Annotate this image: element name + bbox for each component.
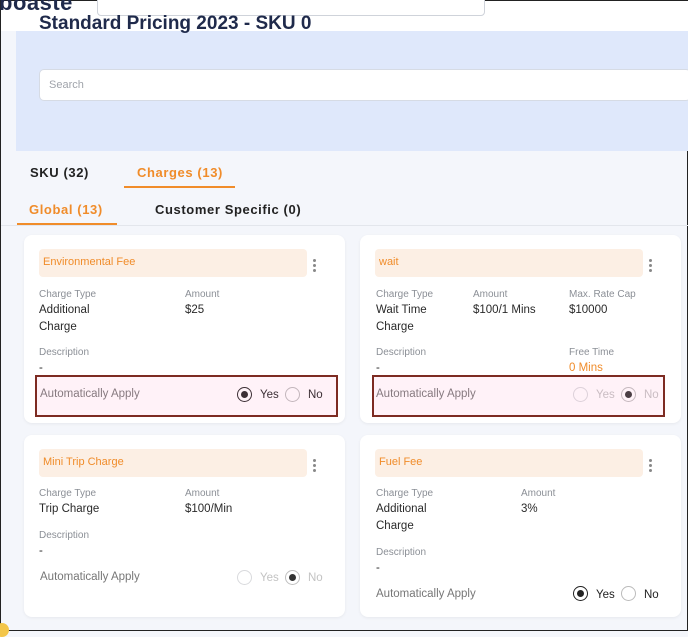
more-options-icon[interactable] — [649, 259, 653, 274]
auto-apply-no-label: No — [644, 589, 659, 601]
auto-apply-no-label: No — [308, 572, 323, 584]
max-rate-cap-value: $10000 — [569, 304, 608, 316]
more-options-icon[interactable] — [649, 459, 653, 474]
automatically-apply-label: Automatically Apply — [376, 588, 476, 600]
card-title-bar: Fuel Fee — [375, 449, 643, 477]
charge-type-label: Charge Type — [376, 289, 434, 300]
description-label: Description — [376, 547, 427, 558]
charge-type-value: Additional Charge — [39, 304, 90, 333]
amount-value: $100/Min — [185, 503, 233, 515]
auto-apply-yes-label: Yes — [596, 589, 615, 601]
card-title: Mini Trip Charge — [43, 456, 124, 468]
description-value: - — [39, 545, 43, 557]
free-time-label: Free Time — [569, 347, 615, 358]
amount-value: $25 — [185, 304, 205, 316]
page-title: Standard Pricing 2023 - SKU 0 — [39, 13, 312, 34]
card-title: wait — [379, 256, 399, 268]
amount-value: 3% — [521, 503, 538, 515]
charge-card-fuel-fee: Fuel Fee Charge Type Additional Charge A… — [360, 435, 681, 617]
highlight-box — [372, 375, 665, 417]
amount-label: Amount — [521, 488, 556, 499]
tab-sku[interactable]: SKU (32) — [30, 165, 89, 180]
highlight-box — [35, 375, 338, 417]
automatically-apply-label: Automatically Apply — [40, 571, 140, 583]
subtab-customer-specific[interactable]: Customer Specific (0) — [155, 202, 301, 217]
card-title: Fuel Fee — [379, 456, 423, 468]
card-title-bar: Mini Trip Charge — [39, 449, 307, 477]
charge-type-value: Trip Charge — [39, 503, 100, 515]
main-tabs: SKU (32) Charges (13) — [1, 153, 688, 189]
card-title-bar: wait — [375, 249, 643, 277]
amount-label: Amount — [185, 488, 220, 499]
description-label: Description — [376, 347, 427, 358]
amount-label: Amount — [185, 289, 220, 300]
amount-value: $100/1 Mins — [473, 304, 536, 316]
tab-active-indicator — [124, 186, 235, 188]
auto-apply-yes-label: Yes — [260, 572, 279, 584]
help-launcher-icon[interactable] — [0, 623, 9, 637]
charge-type-label: Charge Type — [39, 488, 97, 499]
charge-type-label: Charge Type — [376, 488, 434, 499]
more-options-icon[interactable] — [313, 459, 317, 474]
tab-charges[interactable]: Charges (13) — [137, 165, 223, 180]
auto-apply-yes-radio[interactable] — [573, 586, 588, 601]
search-input[interactable] — [39, 69, 688, 101]
amount-label: Amount — [473, 289, 508, 300]
charge-type-value: Wait Time Charge — [376, 304, 427, 333]
auto-apply-yes-radio[interactable] — [237, 570, 252, 585]
charge-type-value: Additional Charge — [376, 503, 427, 532]
description-label: Description — [39, 530, 90, 541]
charge-type-label: Charge Type — [39, 289, 97, 300]
charge-card-mini-trip-charge: Mini Trip Charge Charge Type Trip Charge… — [24, 435, 345, 617]
tabs-divider — [1, 225, 688, 226]
max-rate-cap-label: Max. Rate Cap — [569, 289, 636, 300]
description-value: - — [376, 562, 380, 574]
description-label: Description — [39, 347, 90, 358]
subtab-global[interactable]: Global (13) — [29, 202, 103, 217]
card-title: Environmental Fee — [43, 256, 136, 268]
auto-apply-no-radio[interactable] — [285, 570, 300, 585]
more-options-icon[interactable] — [313, 259, 317, 274]
card-title-bar: Environmental Fee — [39, 249, 307, 277]
auto-apply-no-radio[interactable] — [621, 586, 636, 601]
